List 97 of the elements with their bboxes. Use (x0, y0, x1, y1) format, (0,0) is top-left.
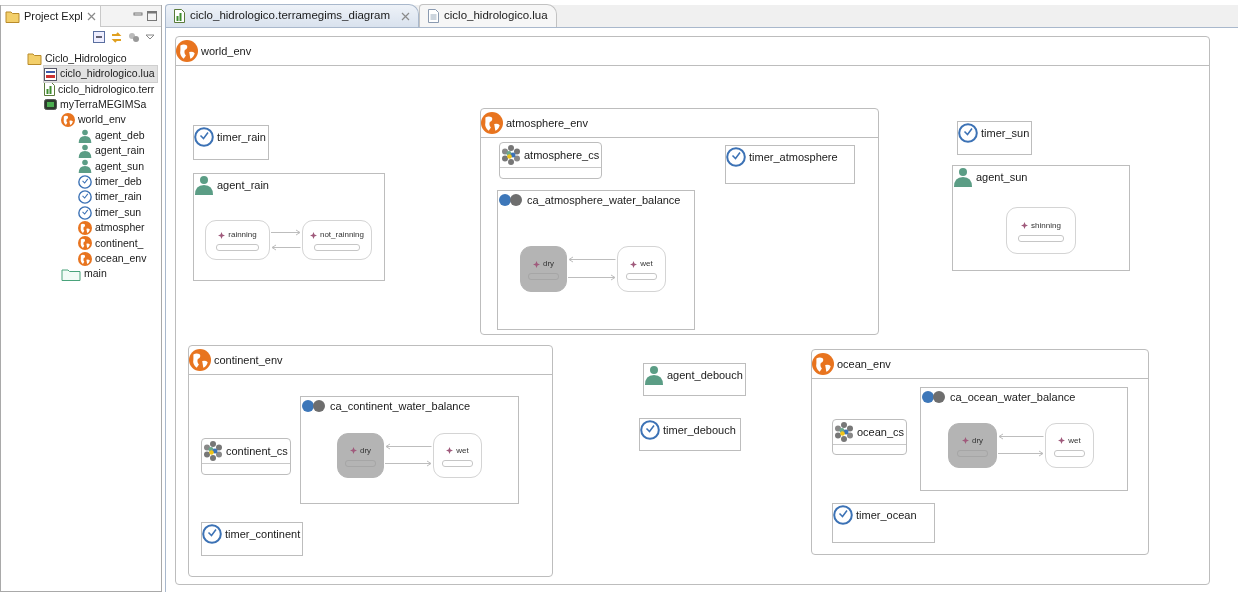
close-icon[interactable] (401, 11, 411, 21)
globe-icon (78, 251, 92, 266)
two-circles-icon (301, 399, 327, 414)
tree-item[interactable]: agent_deb (78, 127, 147, 144)
node-label: ocean_env (837, 356, 891, 372)
node-label: continent_cs (226, 443, 288, 459)
close-icon[interactable] (86, 11, 96, 21)
state-label: wet (456, 444, 469, 457)
tree-item[interactable]: Ciclo_Hidrologico (27, 51, 129, 67)
node-label: ca_atmosphere_water_balance (527, 193, 681, 208)
state-label: dry (971, 434, 984, 447)
cell-cluster-icon (501, 145, 521, 165)
cell-cluster-icon (834, 422, 854, 442)
chart-file-icon (44, 82, 55, 97)
diamond-icon (1021, 222, 1029, 229)
transition-arrow (271, 243, 301, 251)
tree-item[interactable]: ciclo_hidrologico.lua (44, 66, 157, 82)
state-label: not_rainning (319, 229, 364, 241)
tree-item[interactable]: timer_sun (78, 204, 144, 221)
clock-icon (78, 174, 92, 189)
node-label: timer_atmosphere (749, 149, 838, 165)
transition-arrow (271, 228, 301, 236)
state-label: shinning (1031, 219, 1061, 232)
state-slot (1053, 449, 1086, 457)
state-label: rainning (228, 229, 257, 241)
node-label: world_env (201, 43, 252, 59)
node-label: ca_ocean_water_balance (950, 390, 1076, 405)
node-label: timer_debouch (663, 422, 736, 438)
tree-item[interactable]: ocean_env (78, 251, 149, 267)
tree-item[interactable]: ciclo_hidrologico.terr (44, 81, 157, 98)
tree-item[interactable]: continent_ (78, 235, 146, 252)
state-label: dry (359, 444, 372, 457)
two-circles-icon (921, 390, 947, 405)
state-slot (1017, 234, 1065, 242)
plugin-icon[interactable] (128, 31, 140, 43)
state-slot (216, 244, 259, 251)
node-label: atmosphere_cs (524, 147, 600, 163)
cell-cluster-icon (203, 441, 223, 461)
node-label: agent_sun (976, 169, 1028, 185)
state-slot (441, 459, 474, 467)
state-label: dry (542, 258, 555, 270)
clock-icon (78, 190, 92, 205)
dropdown-icon[interactable] (145, 33, 155, 41)
folder-icon (27, 52, 42, 66)
diamond-icon (961, 437, 969, 444)
tree-item[interactable]: timer_deb (78, 174, 144, 190)
editor-tab[interactable]: ciclo_hidrologico.lua (419, 4, 557, 27)
person-icon (194, 175, 214, 195)
tree-item[interactable]: atmospher (78, 220, 147, 236)
diamond-icon (446, 447, 454, 454)
node-label: timer_ocean (856, 507, 917, 523)
tree-item[interactable]: agent_rain (78, 143, 147, 159)
link-icon[interactable] (110, 30, 123, 44)
state-label: wet (640, 258, 653, 270)
view-tab[interactable]: Project Expl (1, 5, 101, 27)
globe-icon (61, 113, 75, 128)
folder-icon (61, 267, 81, 281)
tree-item[interactable]: timer_rain (78, 189, 144, 205)
diamond-icon (349, 447, 357, 454)
node-label: ca_continent_water_balance (330, 399, 471, 414)
collapse-icon[interactable] (93, 31, 105, 43)
person-icon (78, 159, 92, 174)
node-label: timer_continent (225, 526, 301, 542)
diamond-icon (532, 260, 540, 268)
node-label: timer_rain (217, 129, 266, 145)
folder-icon (5, 9, 20, 23)
globe-icon (78, 236, 92, 251)
tree-item[interactable]: main (61, 266, 109, 282)
state-label: wet (1068, 434, 1081, 447)
diamond-icon (630, 260, 638, 268)
person-icon (78, 128, 92, 143)
globe-icon (78, 221, 92, 235)
two-circles-icon (498, 193, 524, 208)
file-icon (428, 9, 440, 23)
person-icon (953, 167, 973, 187)
database-icon (44, 99, 57, 111)
file-icon (44, 67, 57, 81)
node-label: atmosphere_env (506, 115, 588, 131)
diamond-icon (218, 231, 226, 239)
node-label: agent_rain (217, 177, 269, 193)
chart-file-icon (174, 9, 185, 23)
tree-item[interactable]: world_env (61, 112, 128, 128)
maximize-icon[interactable] (147, 11, 157, 21)
node-label: ocean_cs (857, 424, 905, 440)
diamond-icon (1058, 437, 1066, 444)
state-slot (313, 244, 361, 251)
node-label: continent_env (214, 352, 283, 368)
diamond-icon (309, 231, 317, 239)
editor-tab[interactable]: ciclo_hidrologico.terramegims_diagram (165, 4, 420, 27)
tree-item[interactable]: agent_sun (78, 158, 147, 175)
node-label: timer_sun (981, 125, 1030, 141)
person-icon (644, 365, 664, 385)
clock-icon (78, 205, 92, 220)
person-icon (78, 144, 92, 159)
tree-item[interactable]: myTerraMEGIMSa (44, 97, 149, 113)
node-label: agent_debouch (667, 367, 743, 383)
state-slot (625, 273, 658, 280)
